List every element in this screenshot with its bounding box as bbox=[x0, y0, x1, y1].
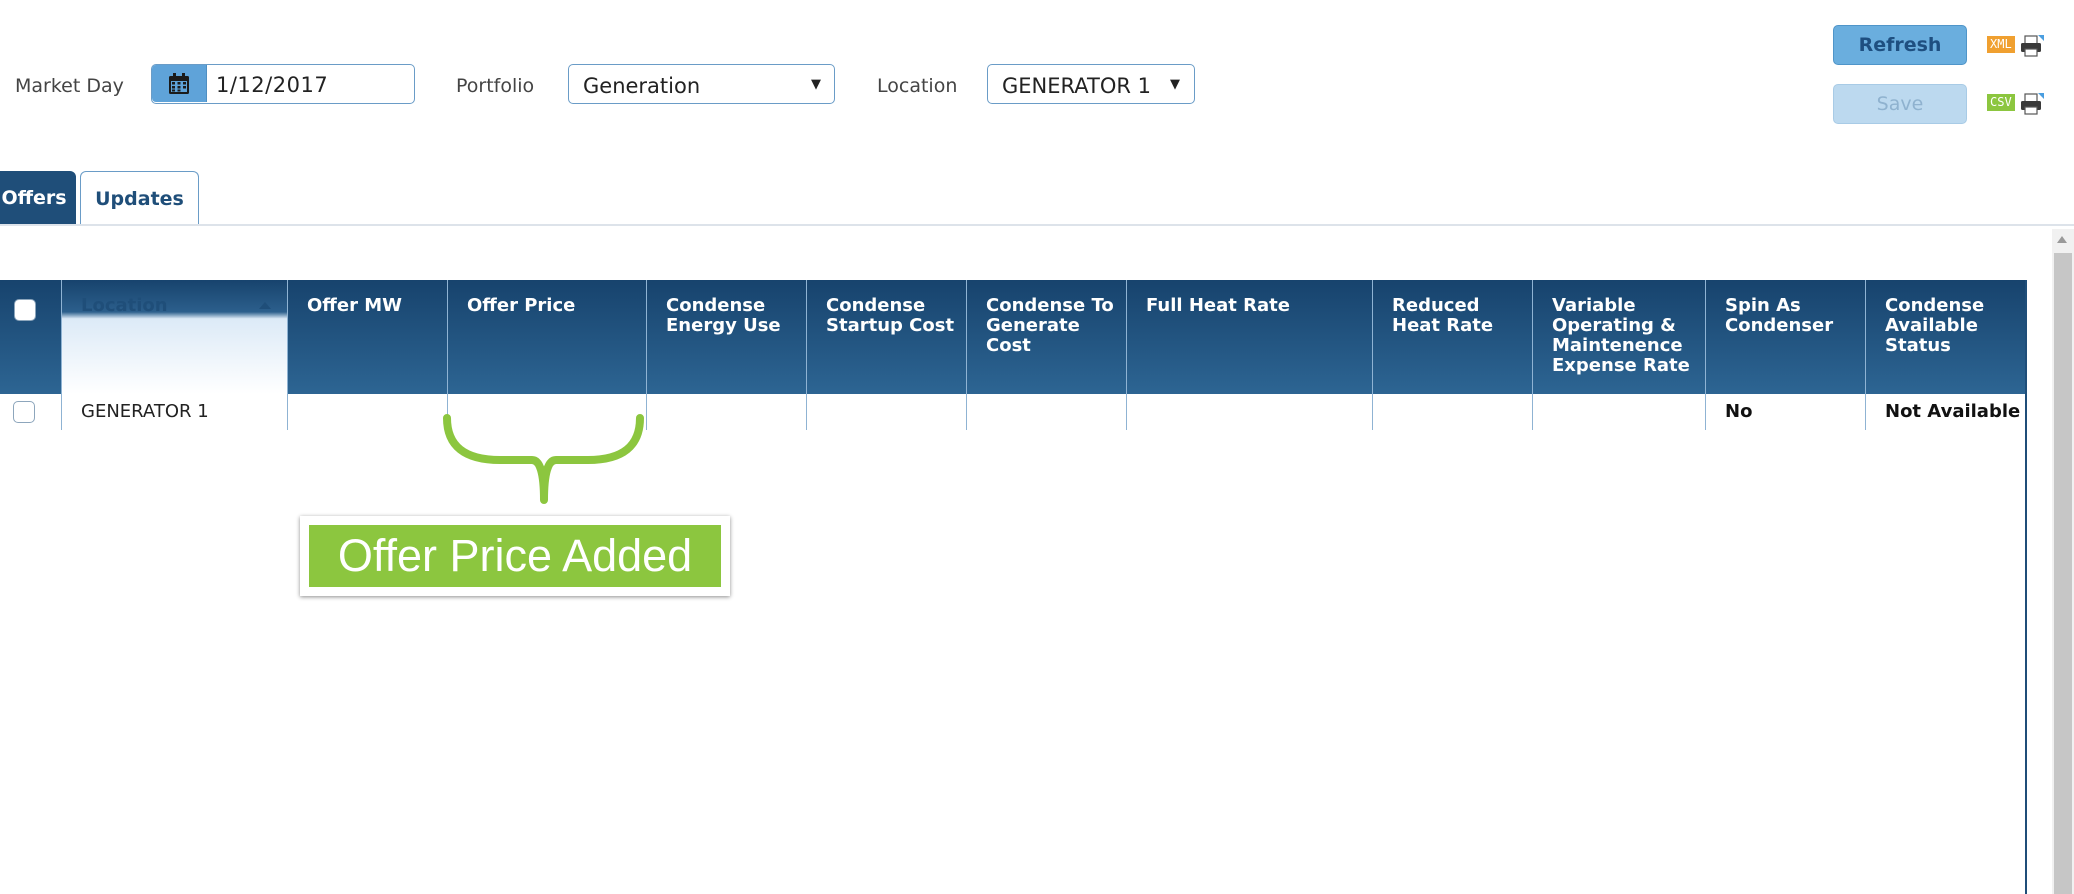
save-button[interactable]: Save bbox=[1833, 84, 1967, 124]
cell-condense-energy-use[interactable] bbox=[647, 394, 807, 430]
market-day-datepicker[interactable]: 1/12/2017 bbox=[151, 64, 415, 104]
column-header-label: Condense Available Status bbox=[1885, 295, 1985, 356]
calendar-icon bbox=[169, 72, 189, 94]
cell-vom-expense-rate[interactable] bbox=[1533, 394, 1706, 430]
row-select-cell bbox=[0, 394, 62, 430]
table-row[interactable]: GENERATOR 1 No Not Available bbox=[0, 394, 2026, 430]
location-label: Location bbox=[877, 75, 958, 97]
cell-condense-to-generate-cost[interactable] bbox=[967, 394, 1127, 430]
portfolio-select-value: Generation bbox=[583, 74, 701, 98]
column-header-condense-to-generate-cost[interactable]: Condense To Generate Cost bbox=[967, 280, 1127, 394]
tab-divider bbox=[0, 224, 2074, 226]
column-header-offer-mw[interactable]: Offer MW bbox=[288, 280, 448, 394]
column-header-offer-price[interactable]: Offer Price bbox=[448, 280, 647, 394]
location-select-value: GENERATOR 1 bbox=[1002, 74, 1151, 98]
annotation-text: Offer Price Added bbox=[309, 525, 721, 587]
filter-bar: Market Day 1/12/2017 Portfolio Generatio… bbox=[0, 64, 1300, 106]
column-header-condense-available-status[interactable]: Condense Available Status bbox=[1866, 280, 2026, 394]
chevron-down-icon: ▼ bbox=[1170, 77, 1180, 92]
column-header-label: Spin As Condenser bbox=[1725, 295, 1834, 336]
export-xml-button[interactable]: XML bbox=[1987, 34, 2045, 58]
column-header-label: Offer Price bbox=[467, 295, 576, 316]
column-header-label: Location bbox=[81, 295, 168, 316]
annotation-brace bbox=[443, 414, 644, 504]
csv-badge: CSV bbox=[1987, 94, 2015, 111]
printer-icon bbox=[2021, 93, 2044, 115]
market-day-input[interactable]: 1/12/2017 bbox=[216, 73, 328, 97]
column-header-location[interactable]: Location bbox=[62, 280, 288, 394]
portfolio-label: Portfolio bbox=[456, 75, 535, 97]
cell-full-heat-rate[interactable] bbox=[1127, 394, 1373, 430]
scroll-up-arrow-icon[interactable] bbox=[2057, 236, 2067, 243]
column-header-label: Variable Operating & Maintenence Expense… bbox=[1552, 295, 1690, 376]
column-header-label: Condense Startup Cost bbox=[826, 295, 955, 336]
calendar-button[interactable] bbox=[152, 65, 207, 102]
portfolio-select[interactable]: Generation ▼ bbox=[568, 64, 835, 104]
scrollbar-thumb[interactable] bbox=[2054, 253, 2072, 894]
refresh-button[interactable]: Refresh bbox=[1833, 25, 1967, 65]
column-header-label: Condense To Generate Cost bbox=[986, 295, 1114, 356]
select-all-header bbox=[0, 280, 62, 394]
column-header-spin-as-condenser[interactable]: Spin As Condenser bbox=[1706, 280, 1866, 394]
location-select[interactable]: GENERATOR 1 ▼ bbox=[987, 64, 1195, 104]
column-header-reduced-heat-rate[interactable]: Reduced Heat Rate bbox=[1373, 280, 1533, 394]
printer-icon bbox=[2021, 35, 2044, 57]
cell-location[interactable]: GENERATOR 1 bbox=[62, 394, 288, 430]
select-all-checkbox[interactable] bbox=[14, 299, 36, 321]
export-csv-button[interactable]: CSV bbox=[1987, 92, 2045, 116]
xml-badge: XML bbox=[1987, 36, 2015, 53]
annotation-callout: Offer Price Added bbox=[300, 516, 730, 596]
column-header-condense-startup-cost[interactable]: Condense Startup Cost bbox=[807, 280, 967, 394]
cell-offer-mw[interactable] bbox=[288, 394, 448, 430]
cell-condense-startup-cost[interactable] bbox=[807, 394, 967, 430]
column-header-label: Reduced Heat Rate bbox=[1392, 295, 1494, 336]
cell-spin-as-condenser[interactable]: No bbox=[1706, 394, 1866, 430]
tab-updates[interactable]: Updates bbox=[80, 171, 199, 225]
chevron-down-icon: ▼ bbox=[811, 77, 821, 92]
column-header-full-heat-rate[interactable]: Full Heat Rate bbox=[1127, 280, 1373, 394]
column-header-label: Condense Energy Use bbox=[666, 295, 781, 336]
grid-border bbox=[2025, 280, 2027, 894]
cell-condense-available-status[interactable]: Not Available bbox=[1866, 394, 2026, 430]
sort-ascending-icon bbox=[259, 302, 271, 309]
tab-bar: Offers Updates bbox=[0, 171, 2074, 227]
column-header-label: Full Heat Rate bbox=[1146, 295, 1290, 316]
market-day-label: Market Day bbox=[15, 75, 124, 97]
row-checkbox[interactable] bbox=[13, 401, 35, 423]
column-header-condense-energy-use[interactable]: Condense Energy Use bbox=[647, 280, 807, 394]
column-header-vom-expense-rate[interactable]: Variable Operating & Maintenence Expense… bbox=[1533, 280, 1706, 394]
cell-reduced-heat-rate[interactable] bbox=[1373, 394, 1533, 430]
tab-offers[interactable]: Offers bbox=[0, 171, 76, 225]
column-header-label: Offer MW bbox=[307, 295, 403, 316]
